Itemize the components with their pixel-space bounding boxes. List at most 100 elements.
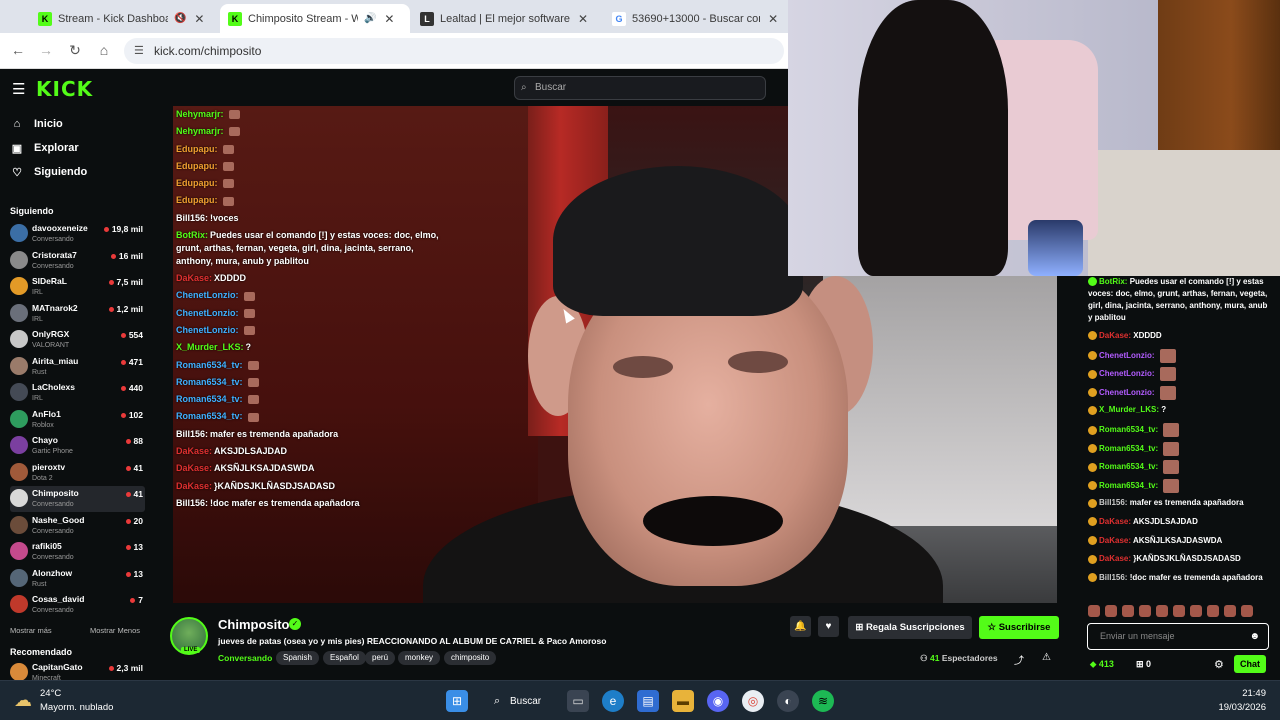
channel-item[interactable]: AnFlo1 Roblox 102 xyxy=(10,407,145,433)
forward-icon[interactable]: → xyxy=(37,42,55,58)
menu-icon[interactable]: ☰ xyxy=(12,80,25,98)
badge-icon xyxy=(1088,517,1097,527)
back-icon[interactable]: ← xyxy=(9,42,27,58)
task-view-icon[interactable]: ▭ xyxy=(567,690,589,712)
chat-username: Bill156: xyxy=(1099,498,1128,508)
edge-icon[interactable]: e xyxy=(602,690,624,712)
chat-message: Bill156: !doc mafer es tremenda apañador… xyxy=(1088,572,1274,584)
muted-speaker-icon[interactable]: 🔇 xyxy=(174,13,186,24)
emote-icon[interactable] xyxy=(1207,605,1219,617)
channel-item[interactable]: OnlyRGX VALORANT 554 xyxy=(10,327,145,353)
stream-category[interactable]: Conversando xyxy=(218,653,272,663)
channel-category: Conversando xyxy=(32,501,74,508)
nav-explorar[interactable]: ▣ Explorar xyxy=(10,138,79,158)
browser-tab[interactable]: K Stream - Kick Dashboard 🔇 ✕ xyxy=(30,4,218,33)
report-icon[interactable]: ⚠ xyxy=(1042,652,1051,663)
emote-icon[interactable] xyxy=(1156,605,1168,617)
search-input[interactable]: ⌕ Buscar xyxy=(514,76,766,100)
gift-count[interactable]: ⊞ 0 xyxy=(1136,659,1151,670)
emote-icon xyxy=(1159,348,1176,363)
tag-chip[interactable]: Spanish xyxy=(276,651,319,665)
site-info-icon[interactable]: ☰ xyxy=(134,38,144,64)
tag-chip[interactable]: perú xyxy=(365,651,396,665)
chat-message-input[interactable]: Enviar un mensaje ☻ xyxy=(1087,623,1269,650)
windows-start-icon[interactable]: ⊞ xyxy=(446,690,468,712)
channel-item[interactable]: Airita_miau Rust 471 xyxy=(10,354,145,380)
url-field[interactable]: ☰ kick.com/chimposito xyxy=(124,38,784,64)
show-more-button[interactable]: Mostrar más xyxy=(10,626,52,635)
close-tab-icon[interactable]: ✕ xyxy=(382,12,396,26)
channel-item[interactable]: Cosas_david Conversando 7 xyxy=(10,592,145,618)
badge-icon xyxy=(1088,481,1097,491)
heart-icon[interactable]: ♥ xyxy=(818,616,839,637)
tag-chip[interactable]: Español xyxy=(323,651,366,665)
streamer-name[interactable]: Chimposito xyxy=(218,617,290,632)
kick-logo[interactable]: KICK xyxy=(36,77,93,101)
channel-item[interactable]: Cristorata7 Conversando 16 mil xyxy=(10,248,145,274)
channel-item[interactable]: LaCholexs IRL 440 xyxy=(10,380,145,406)
browser-tab[interactable]: G 53690+13000 - Buscar con Goo ✕ xyxy=(604,4,788,33)
channel-category: Rust xyxy=(32,580,47,588)
chat-footer: ⬥ 413 ⊞ 0 ⚙ Chat xyxy=(1090,655,1270,674)
browser-tab[interactable]: L Lealtad | El mejor software para ✕ xyxy=(412,4,602,33)
tag-chip[interactable]: monkey xyxy=(398,651,441,665)
show-less-button[interactable]: Mostrar Menos xyxy=(90,626,140,635)
app-icon[interactable]: ◐ xyxy=(777,690,799,712)
channel-item[interactable]: Chayo Gartic Phone 88 xyxy=(10,433,145,459)
emote-icon xyxy=(1159,367,1176,382)
clock-date[interactable]: 19/03/2026 xyxy=(1200,702,1266,713)
speaker-icon[interactable]: 🔊 xyxy=(364,13,376,24)
chat-send-button[interactable]: Chat xyxy=(1234,655,1266,673)
cloud-sun-icon[interactable]: ☁ xyxy=(14,690,32,711)
emoji-icon[interactable]: ☻ xyxy=(1249,624,1260,649)
channel-name: davooxeneize xyxy=(32,223,88,233)
channel-item[interactable]: pieroxtv Dota 2 41 xyxy=(10,460,145,486)
emote-icon[interactable] xyxy=(1122,605,1134,617)
channel-item[interactable]: davooxeneize Conversando 19,8 mil xyxy=(10,221,145,247)
reload-icon[interactable]: ↻ xyxy=(66,42,84,59)
store-icon[interactable]: ▤ xyxy=(637,690,659,712)
chat-text: mafer es tremenda apañadora xyxy=(1129,498,1244,508)
browser-tab-active[interactable]: K Chimposito Stream - Watch 🔊 ✕ xyxy=(220,4,410,33)
emote-icon[interactable] xyxy=(1139,605,1151,617)
channel-item[interactable]: SIDeRaL IRL 7,5 mil xyxy=(10,274,145,300)
folder-icon[interactable]: ▬ xyxy=(672,690,694,712)
channel-item[interactable]: Alonzhow Rust 13 xyxy=(10,566,145,592)
nav-siguiendo[interactable]: ♡ Siguiendo xyxy=(10,162,87,182)
tag-chip[interactable]: chimposito xyxy=(444,651,497,665)
viewer-count: 440 xyxy=(120,383,143,393)
gear-icon[interactable]: ⚙ xyxy=(1214,658,1224,671)
weather-temp[interactable]: 24°C xyxy=(40,688,61,699)
live-dot xyxy=(108,306,114,312)
channel-item[interactable]: MATnarok2 IRL 1,2 mil xyxy=(10,301,145,327)
emote-icon[interactable] xyxy=(1173,605,1185,617)
home-icon[interactable]: ⌂ xyxy=(95,42,113,58)
close-tab-icon[interactable]: ✕ xyxy=(192,12,206,26)
channel-name: Cristorata7 xyxy=(32,249,77,260)
emote-icon[interactable] xyxy=(1241,605,1253,617)
emote-icon[interactable] xyxy=(1224,605,1236,617)
emote-icon[interactable] xyxy=(1190,605,1202,617)
weather-condition[interactable]: Mayorm. nublado xyxy=(40,702,113,713)
channel-item[interactable]: Chimposito Conversando 41 xyxy=(10,486,145,512)
emote-icon[interactable] xyxy=(1105,605,1117,617)
close-tab-icon[interactable]: ✕ xyxy=(576,12,590,26)
bell-icon[interactable]: 🔔 xyxy=(790,616,811,637)
emote-icon[interactable] xyxy=(1088,605,1100,617)
channel-item[interactable]: Nashe_Good Conversando 20 xyxy=(10,513,145,539)
clock-time[interactable]: 21:49 xyxy=(1210,688,1266,699)
chrome-icon[interactable]: ◎ xyxy=(742,690,764,712)
share-icon[interactable]: ⤴ xyxy=(1014,652,1024,667)
badge-icon xyxy=(1088,388,1097,398)
discord-icon[interactable]: ◉ xyxy=(707,690,729,712)
spotify-icon[interactable]: ≋ xyxy=(812,690,834,712)
gift-subs-button[interactable]: ⊞ Regala Suscripciones xyxy=(848,616,972,639)
channel-points[interactable]: ⬥ 413 xyxy=(1090,659,1114,670)
chat-username: Edupapu: xyxy=(176,195,218,206)
channel-item[interactable]: rafiki05 Conversando 13 xyxy=(10,539,145,565)
nav-inicio[interactable]: ⌂ Inicio xyxy=(10,114,63,134)
subscribe-button[interactable]: ☆ Suscribirse xyxy=(979,616,1059,639)
chat-username: DaKase: xyxy=(176,463,213,474)
close-tab-icon[interactable]: ✕ xyxy=(766,12,780,26)
taskbar-search[interactable]: ⌕ Buscar xyxy=(486,689,554,714)
